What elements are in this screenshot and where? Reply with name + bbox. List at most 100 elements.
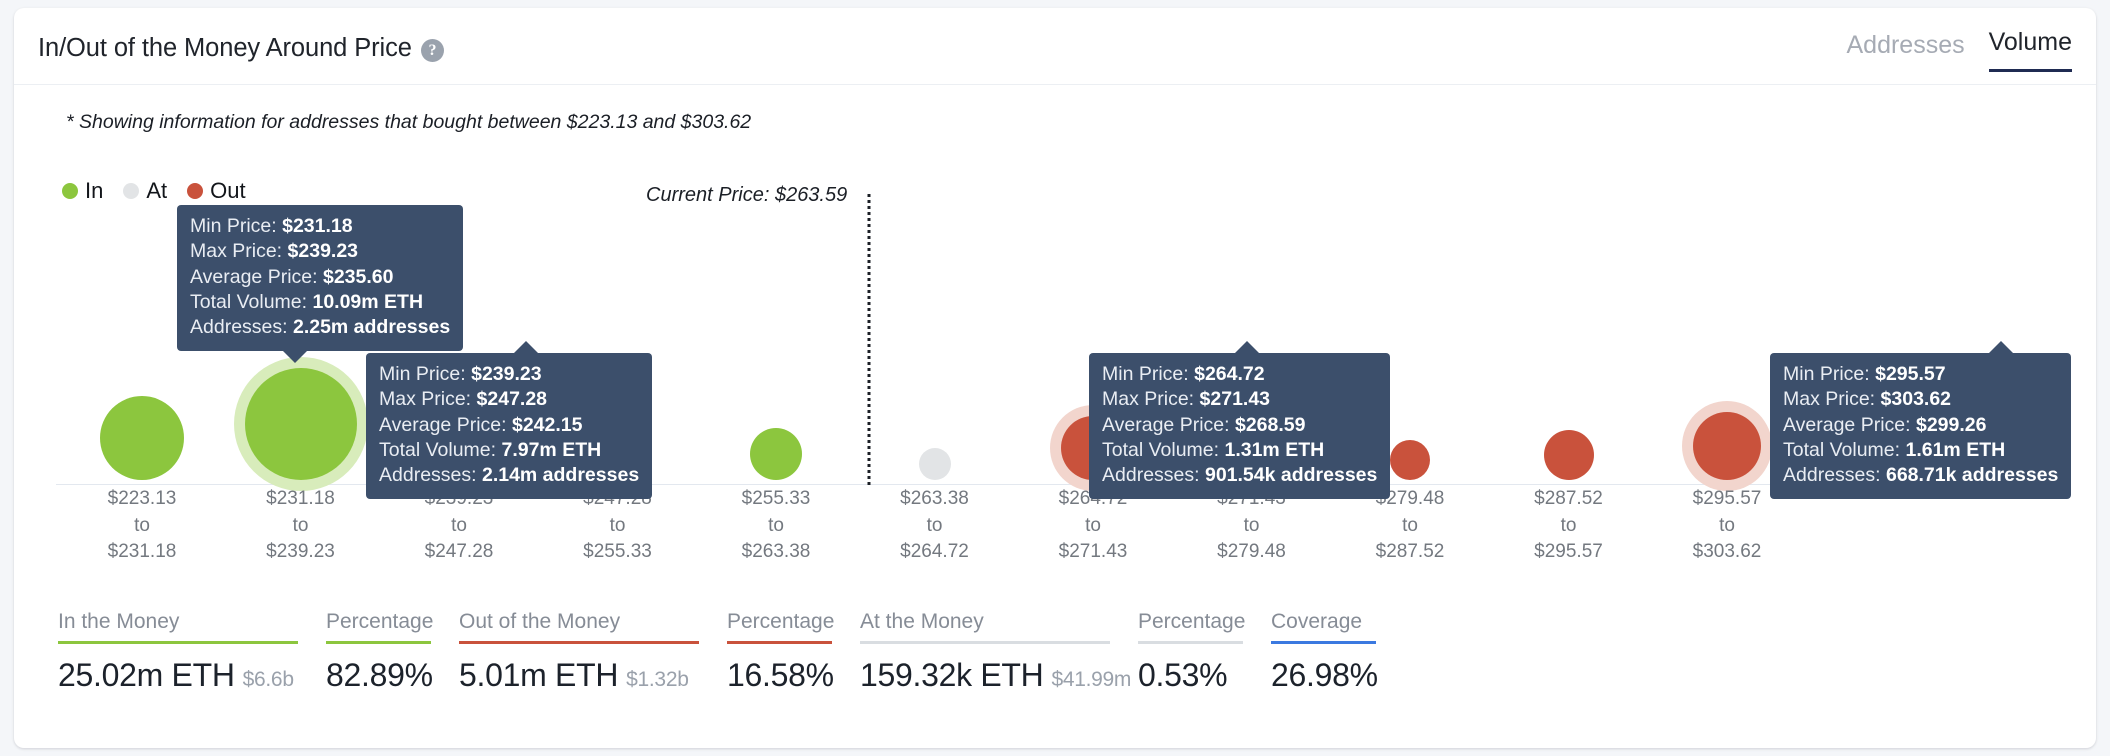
current-price-label: Current Price: $263.59	[646, 184, 848, 206]
stat-value: 16.58%	[727, 657, 834, 693]
stat-underline	[727, 641, 832, 644]
tooltip-row-min-price: Min Price: $295.57	[1783, 363, 1946, 385]
stat-label: Out of the Money	[459, 610, 621, 633]
bubble-in-4[interactable]	[750, 428, 802, 480]
x-axis-tick-line-sep: to	[1560, 514, 1577, 536]
stat-underline	[1138, 641, 1243, 644]
x-axis-tick: $223.13 to $231.18	[108, 486, 177, 566]
tooltip-bucket-295-303: Min Price: $295.57 Max Price: $303.62 Av…	[1770, 341, 2072, 499]
stat-percentage-1: Percentage 82.89%	[326, 610, 459, 694]
tooltip-row-total-volume: Total Volume: 1.61m ETH	[1783, 439, 2006, 462]
help-icon[interactable]: ?	[421, 39, 444, 62]
stat-label: Coverage	[1271, 610, 1363, 633]
tooltip-row-max-price: Max Price: $303.62	[1783, 388, 1952, 411]
stat-underline	[459, 641, 699, 644]
x-axis-tick-line-to: $263.38	[741, 541, 811, 563]
tooltip-row-max-price: Max Price: $247.28	[379, 388, 548, 411]
tooltip-arrow-icon	[1988, 341, 2014, 354]
x-axis-tick-line-to: $287.52	[1375, 541, 1445, 563]
stat-underline	[58, 641, 298, 644]
x-axis-tick-line-sep: to	[1402, 514, 1418, 536]
tooltip-arrow-icon	[513, 341, 539, 354]
x-axis-tick-line-sep: to	[292, 514, 309, 536]
tab-bar: Addresses Volume	[1846, 28, 2072, 72]
x-axis-tick-line-to: $279.48	[1217, 541, 1286, 563]
x-axis-tick-line-sep: to	[451, 514, 467, 536]
bubble-out-9[interactable]	[1543, 430, 1594, 480]
tooltip-row-addresses: Addresses: 901.54k addresses	[1102, 464, 1378, 487]
x-axis-tick-line-from: $223.13	[107, 488, 177, 509]
card-header: In/Out of the Money Around Price ? Addre…	[14, 8, 2096, 85]
x-axis-tick-line-sep: to	[1243, 514, 1260, 536]
bubble-out-8[interactable]	[1390, 440, 1430, 480]
axis-baseline	[56, 484, 2054, 485]
tooltip-row-average-price: Average Price: $299.26	[1783, 413, 1987, 436]
stat-in-the-money-0: In the Money 25.02m ETH $6.6b	[58, 610, 326, 694]
x-axis-tick-line-to: $239.23	[266, 541, 335, 563]
stat-percentage-3: Percentage 16.58%	[727, 610, 860, 694]
tooltip-arrow-icon	[282, 349, 308, 363]
tooltip-row-average-price: Average Price: $235.60	[190, 265, 394, 288]
tooltip-row-min-price: Min Price: $264.72	[1102, 363, 1265, 385]
tooltip-bucket-231-239: Min Price: $231.18 Max Price: $239.23 Av…	[177, 205, 464, 363]
x-axis-tick-line-to: $255.33	[583, 541, 652, 563]
tooltip-row-average-price: Average Price: $242.15	[379, 413, 583, 436]
x-axis-tick-line-sep: to	[768, 514, 784, 536]
tooltip-row-max-price: Max Price: $239.23	[190, 240, 359, 263]
x-axis-tick-line-from: $287.52	[1534, 488, 1603, 509]
x-axis-tick: $263.38 to $264.72	[900, 486, 969, 566]
tooltip-row-max-price: Max Price: $271.43	[1102, 388, 1271, 411]
tab-addresses[interactable]: Addresses	[1846, 31, 1964, 72]
stat-value: 26.98%	[1271, 657, 1378, 693]
x-axis-tick-line-to: $271.43	[1058, 541, 1128, 563]
tooltip-arrow-icon	[1234, 341, 1260, 354]
x-axis-tick-line-sep: to	[926, 514, 943, 536]
bubble-in-0[interactable]	[100, 396, 184, 480]
x-axis-tick-line-from: $263.38	[900, 488, 969, 509]
x-axis-tick-line-from: $255.33	[741, 488, 811, 509]
tooltip-row-addresses: Addresses: 2.25m addresses	[190, 316, 451, 339]
stat-sub-value: $41.99m	[1051, 668, 1132, 691]
stat-percentage-5: Percentage 0.53%	[1138, 610, 1271, 694]
x-axis-tick-line-to: $231.18	[107, 541, 177, 563]
bubble-at-5[interactable]	[918, 448, 951, 480]
stat-sub-value: $6.6b	[242, 668, 294, 691]
x-axis-tick-line-to: $264.72	[900, 541, 969, 563]
stat-value: 0.53%	[1138, 657, 1228, 693]
summary-stats: In the Money 25.02m ETH $6.6b Percentage 82.…	[58, 610, 1404, 694]
bubble-out-10[interactable]	[1693, 412, 1761, 480]
bubble-plot: Current Price: $263.59 Min Price: $231.1…	[14, 158, 2096, 499]
stat-out-of-the-money-2: Out of the Money 5.01m ETH $1.32b	[459, 610, 727, 694]
tooltip-row-average-price: Average Price: $268.59	[1102, 413, 1306, 436]
x-axis-tick-line-to: $303.62	[1692, 541, 1762, 563]
stat-label: Percentage	[1138, 610, 1246, 633]
tab-volume[interactable]: Volume	[1988, 28, 2072, 72]
x-axis-tick-line-sep: to	[609, 514, 626, 536]
bubble-in-1[interactable]	[244, 368, 357, 480]
tooltip-row-addresses: Addresses: 2.14m addresses	[379, 464, 640, 487]
stat-label: Percentage	[727, 610, 835, 633]
x-axis-tick: $287.52 to $295.57	[1534, 486, 1603, 566]
x-axis-tick: $255.33 to $263.38	[742, 486, 811, 566]
tooltip-row-total-volume: Total Volume: 10.09m ETH	[190, 291, 424, 314]
tooltip-bucket-264-271: Min Price: $264.72 Max Price: $271.43 Av…	[1089, 341, 1391, 499]
in-out-of-money-card: In/Out of the Money Around Price ? Addre…	[14, 8, 2096, 748]
stat-label: Percentage	[326, 610, 434, 633]
stat-label: At the Money	[860, 610, 984, 633]
info-note: * Showing information for addresses that…	[66, 111, 752, 133]
x-axis-tick-line-from: $231.18	[266, 488, 335, 509]
x-axis-tick-line-to: $295.57	[1534, 541, 1603, 563]
stat-sub-value: $1.32b	[626, 668, 689, 691]
x-axis-tick: $231.18 to $239.23	[266, 486, 335, 566]
stat-underline	[1271, 641, 1376, 644]
tooltip-row-addresses: Addresses: 668.71k addresses	[1783, 464, 2059, 487]
stat-coverage-6: Coverage 26.98%	[1271, 610, 1404, 694]
page-title: In/Out of the Money Around Price	[38, 34, 412, 62]
x-axis-tick-line-sep: to	[1085, 514, 1101, 536]
stat-value: 159.32k ETH $41.99m	[860, 657, 1132, 693]
tooltip-row-min-price: Min Price: $231.18	[190, 215, 353, 237]
tooltip-bucket-239-247: Min Price: $239.23 Max Price: $247.28 Av…	[366, 341, 653, 499]
stat-label: In the Money	[58, 610, 180, 633]
stat-at-the-money-4: At the Money 159.32k ETH $41.99m	[860, 610, 1138, 694]
tooltip-row-total-volume: Total Volume: 7.97m ETH	[379, 439, 602, 462]
